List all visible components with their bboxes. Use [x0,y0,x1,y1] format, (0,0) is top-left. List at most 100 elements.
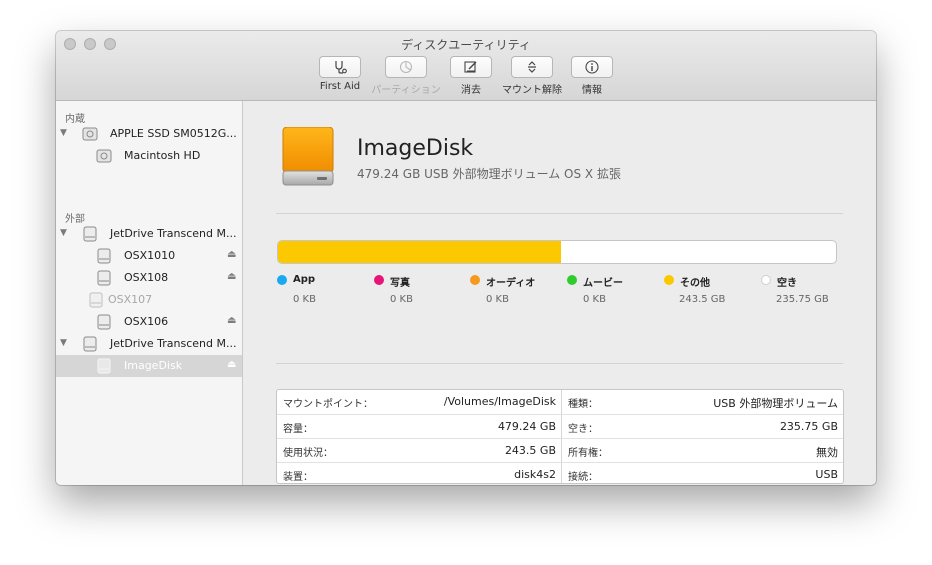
sidebar-item-osx107[interactable]: OSX107 [56,289,242,311]
sidebar-item-label: OSX108 [124,271,169,284]
sidebar-item-label: OSX107 [108,293,153,306]
eject-icon[interactable]: ⏏ [227,359,236,370]
window-title: ディスクユーティリティ [401,38,531,52]
stethoscope-icon [335,61,347,74]
unmount-label: マウント解除 [502,85,562,96]
external-volume-icon [97,358,111,374]
info-connection: 接続： USB [562,462,843,485]
info-value: disk4s2 [514,468,556,481]
sidebar-item-label: JetDrive Transcend M... [110,337,237,350]
partition-button[interactable]: パーティション [368,56,444,102]
info-key: 装置： [283,472,313,483]
first-aid-label: First Aid [319,81,361,92]
sidebar-item-label: APPLE SSD SM0512G... [110,127,237,140]
divider [276,213,843,214]
disk-utility-window: ディスクユーティリティ First Aid パーティション 消去 マウント解除 … [56,31,876,485]
sidebar-item-label: JetDrive Transcend M... [110,227,237,240]
unmounted-volume-icon [89,292,103,308]
info-key: 容量： [283,424,313,435]
internal-disk-icon [82,127,98,141]
info-value: USB 外部物理ボリューム [713,397,838,410]
legend-name: ムービー [583,278,623,289]
eject-icon[interactable]: ⏏ [227,249,236,260]
sidebar-item-label: ImageDisk [124,359,183,372]
sidebar-item-label: OSX1010 [124,249,176,262]
info-key: 種類： [568,399,598,410]
info-value: /Volumes/ImageDisk [443,395,556,408]
main-panel: ImageDisk 479.24 GB USB 外部物理ボリューム OS X 拡… [243,101,876,485]
info-free: 空き： 235.75 GB [562,414,843,438]
sidebar-item-label: Macintosh HD [124,149,201,162]
external-disk-icon [83,336,97,352]
legend-name: その他 [680,278,710,289]
info-key: 接続： [568,472,598,483]
partition-pie-icon [399,60,413,74]
info-key: マウントポイント： [283,399,373,410]
legend-name: 空き [777,278,797,289]
legend-swatch [470,275,480,285]
legend-swatch [567,275,577,285]
title-bar: ディスクユーティリティ First Aid パーティション 消去 マウント解除 … [56,31,876,101]
info-capacity: 容量： 479.24 GB [277,414,561,438]
legend-name: オーディオ [486,278,536,289]
sidebar-item-osx106[interactable]: OSX106 ⏏ [56,311,242,333]
info-key: 使用状況： [283,448,333,459]
legend-value: 0 KB [583,294,606,305]
legend-value: 243.5 GB [679,294,726,305]
legend-swatch [374,275,384,285]
disclosure-triangle-icon[interactable]: ▼ [60,228,67,238]
sidebar: 内蔵 ▼ APPLE SSD SM0512G... Macintosh HD 外… [56,101,243,485]
info-device: 装置： disk4s2 [277,462,561,485]
sidebar-item-apple-ssd[interactable]: ▼ APPLE SSD SM0512G... [56,123,242,145]
unmount-button[interactable]: マウント解除 [499,56,565,102]
info-mount-point: マウントポイント： /Volumes/ImageDisk [277,390,561,414]
legend-swatch [761,275,771,285]
sidebar-item-macintosh-hd[interactable]: Macintosh HD [56,145,242,167]
disk-name: ImageDisk [357,136,474,161]
legend-value: 0 KB [293,294,316,305]
legend-value: 0 KB [486,294,509,305]
sidebar-item-label: OSX106 [124,315,169,328]
info-key: 空き： [568,424,598,435]
erase-button[interactable]: 消去 [449,56,493,102]
legend-swatch [664,275,674,285]
external-disk-icon [83,226,97,242]
sidebar-item-jetdrive-1[interactable]: ▼ JetDrive Transcend M... [56,223,242,245]
info-value: 235.75 GB [779,420,838,433]
info-value: 無効 [816,446,838,459]
external-volume-icon [97,314,111,330]
info-key: 所有権： [568,448,608,459]
eject-icon[interactable]: ⏏ [227,315,236,326]
info-label: 情報 [582,85,602,96]
legend-name: App [293,274,316,285]
eject-icon[interactable]: ⏏ [227,271,236,282]
sidebar-item-jetdrive-2[interactable]: ▼ JetDrive Transcend M... [56,333,242,355]
disclosure-triangle-icon[interactable]: ▼ [60,128,67,138]
info-ownership: 所有権： 無効 [562,438,843,462]
disclosure-triangle-icon[interactable]: ▼ [60,338,67,348]
legend-value: 0 KB [390,294,413,305]
first-aid-button[interactable]: First Aid [317,56,363,102]
erase-pencil-icon [464,61,477,73]
divider [276,363,843,364]
usage-bar-fill [278,241,562,263]
sidebar-item-imagedisk[interactable]: ImageDisk ⏏ [56,355,242,377]
legend-name: 写真 [390,278,410,289]
sidebar-item-osx1010[interactable]: OSX1010 ⏏ [56,245,242,267]
info-value: USB [815,468,838,481]
external-drive-icon [282,127,334,186]
disk-subtitle: 479.24 GB USB 外部物理ボリューム OS X 拡張 [357,167,621,181]
info-table: マウントポイント： /Volumes/ImageDisk 容量： 479.24 … [276,389,844,484]
info-value: 479.24 GB [497,420,556,433]
info-value: 243.5 GB [504,444,556,457]
unmount-icon [528,61,536,73]
info-type: 種類： USB 外部物理ボリューム [562,390,843,414]
info-icon [585,60,599,74]
partition-label: パーティション [371,85,441,96]
external-volume-icon [97,270,111,286]
legend-value: 235.75 GB [776,294,829,305]
external-volume-icon [97,248,111,264]
info-used: 使用状況： 243.5 GB [277,438,561,462]
sidebar-item-osx108[interactable]: OSX108 ⏏ [56,267,242,289]
info-button[interactable]: 情報 [570,56,614,102]
